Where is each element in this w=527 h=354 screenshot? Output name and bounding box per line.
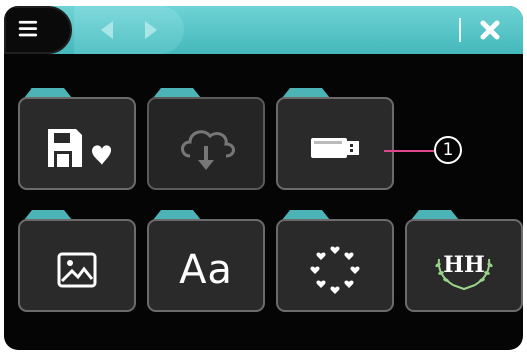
cloud-download-icon <box>181 130 235 170</box>
heart-circle-icon <box>310 246 360 294</box>
callout-line <box>384 150 436 152</box>
menu-button[interactable] <box>4 6 72 54</box>
navigation-area <box>74 6 184 54</box>
device-screen: 1 Aa HH <box>4 6 523 350</box>
image-folder[interactable] <box>18 210 136 312</box>
saved-favorites-folder[interactable] <box>18 88 136 190</box>
close-x-icon[interactable] <box>474 15 506 45</box>
text-aa-icon: Aa <box>179 247 233 293</box>
hamburger-menu-icon <box>18 20 38 37</box>
picture-icon <box>57 252 97 288</box>
monogram-letters: HH <box>443 252 485 278</box>
save-heart-icon <box>48 129 112 167</box>
top-toolbar <box>4 6 523 54</box>
cloud-download-folder[interactable] <box>147 88 265 190</box>
toolbar-divider <box>459 18 461 42</box>
monogram-folder[interactable]: HH <box>405 210 523 312</box>
usb-memory-folder[interactable] <box>276 88 394 190</box>
monogram-wreath-icon: HH <box>435 252 493 291</box>
usb-drive-icon <box>311 138 359 158</box>
font-folder[interactable]: Aa <box>147 210 265 312</box>
arrow-right-icon[interactable] <box>136 16 164 44</box>
callout-number: 1 <box>434 136 462 164</box>
arrow-left-icon[interactable] <box>94 16 122 44</box>
decorative-frame-folder[interactable] <box>276 210 394 312</box>
